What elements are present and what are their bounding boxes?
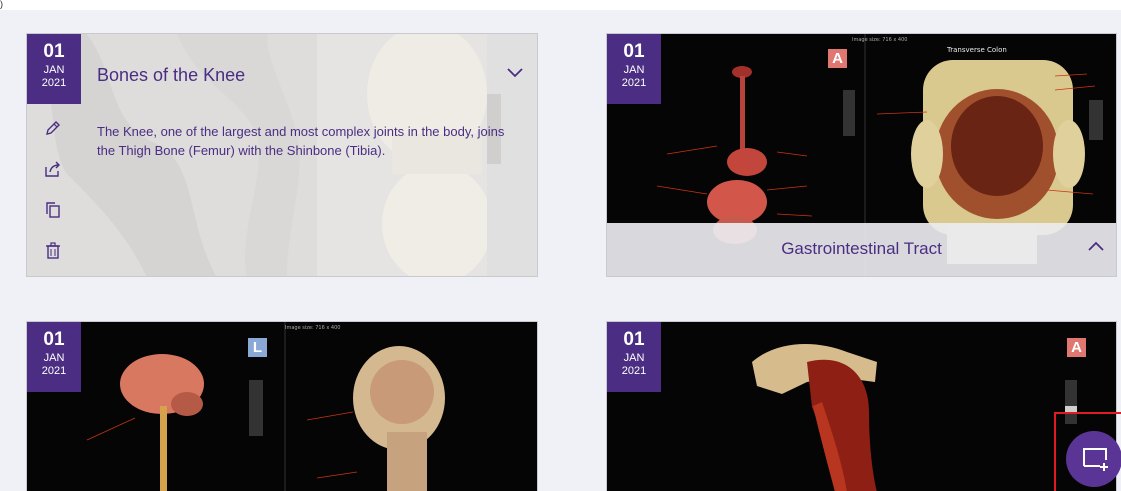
date-month: JAN bbox=[43, 64, 65, 76]
date-month: JAN bbox=[43, 352, 65, 364]
note-card-bones-of-knee[interactable]: 01 JAN 2021 Bones of the Knee The Knee, … bbox=[26, 33, 538, 277]
date-badge: 01 JAN 2021 bbox=[607, 34, 661, 104]
view-badge: A bbox=[1067, 338, 1086, 357]
date-day: 01 bbox=[43, 329, 65, 350]
top-strip: ) bbox=[0, 0, 1121, 10]
copy-icon[interactable] bbox=[43, 200, 63, 220]
note-card-gastrointestinal-tract[interactable]: 01 JAN 2021 A Transverse Colon Image siz… bbox=[606, 33, 1117, 277]
card-description: The Knee, one of the largest and most co… bbox=[97, 124, 505, 158]
new-screenshot-icon bbox=[1083, 448, 1108, 471]
view-badge: L bbox=[248, 338, 267, 357]
date-day: 01 bbox=[43, 41, 65, 62]
image-size-label: Image size: 716 x 400 bbox=[852, 37, 908, 43]
date-year: 2021 bbox=[41, 365, 67, 377]
delete-icon[interactable] bbox=[43, 241, 63, 261]
view-badge: A bbox=[828, 49, 847, 68]
share-icon[interactable] bbox=[43, 159, 63, 179]
note-card-shoulder[interactable]: 01 JAN 2021 A bbox=[606, 321, 1117, 491]
date-day: 01 bbox=[623, 329, 645, 350]
card-title: Bones of the Knee bbox=[97, 65, 246, 85]
edit-icon[interactable] bbox=[43, 118, 63, 138]
notes-gallery-page: ) 01 JAN 2021 Bones of the Knee The Knee… bbox=[0, 0, 1121, 491]
shoulder-image bbox=[607, 322, 1116, 491]
date-month: JAN bbox=[623, 352, 645, 364]
note-card-brain[interactable]: 01 JAN 2021 L Image size: 716 x 400 bbox=[26, 321, 538, 491]
chevron-up-icon[interactable] bbox=[1086, 239, 1106, 255]
date-badge: 01 JAN 2021 bbox=[27, 34, 81, 104]
date-month: JAN bbox=[623, 64, 645, 76]
image-caption: Transverse Colon bbox=[947, 46, 1007, 54]
chevron-down-icon[interactable] bbox=[505, 64, 525, 80]
new-note-fab[interactable] bbox=[1066, 431, 1121, 487]
card-title: Gastrointestinal Tract bbox=[781, 239, 942, 258]
date-day: 01 bbox=[623, 41, 645, 62]
date-badge: 01 JAN 2021 bbox=[607, 322, 661, 392]
top-strip-mark: ) bbox=[0, 0, 3, 9]
brain-image bbox=[27, 322, 537, 491]
image-size-label: Image size: 716 x 400 bbox=[285, 325, 341, 331]
date-year: 2021 bbox=[621, 365, 647, 377]
date-year: 2021 bbox=[41, 77, 67, 89]
date-badge: 01 JAN 2021 bbox=[27, 322, 81, 392]
date-year: 2021 bbox=[621, 77, 647, 89]
card-actions bbox=[43, 118, 65, 276]
card-footer[interactable]: Gastrointestinal Tract bbox=[607, 223, 1116, 276]
